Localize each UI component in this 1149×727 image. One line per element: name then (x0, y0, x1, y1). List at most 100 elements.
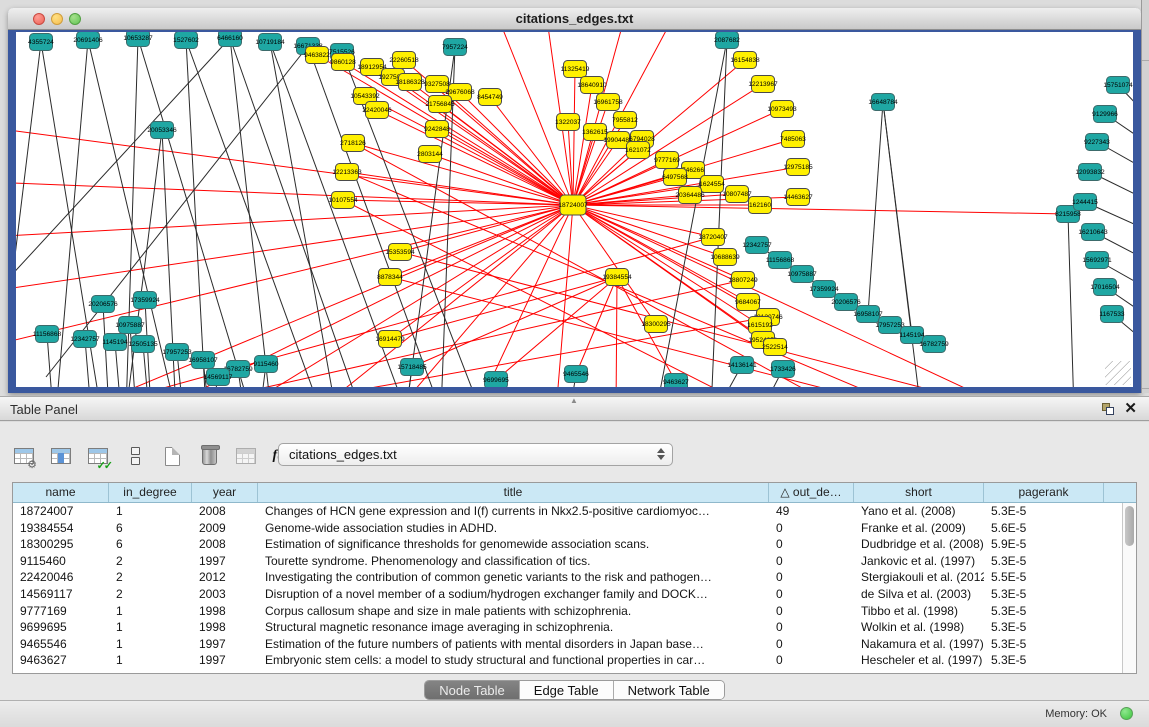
graph-edge[interactable] (353, 143, 573, 205)
window-titlebar[interactable]: citations_edges.txt (8, 8, 1141, 30)
table-row[interactable]: 1830029562008Estimation of significance … (13, 536, 1122, 553)
graph-node[interactable]: 9242848 (424, 121, 450, 138)
graph-node[interactable]: 9777169 (654, 152, 680, 169)
graph-node[interactable]: 1624554 (699, 176, 725, 193)
show-columns-button[interactable] (47, 442, 75, 470)
graph-edge[interactable] (16, 205, 573, 292)
table-mode-button[interactable] (121, 442, 149, 470)
graph-node[interactable]: 11156868 (33, 326, 62, 343)
column-header-pagerank[interactable]: pagerank (984, 483, 1104, 502)
graph-node[interactable]: 16961758 (593, 94, 623, 111)
graph-edge[interactable] (400, 205, 573, 252)
graph-node[interactable]: 19384554 (602, 269, 632, 286)
graph-edge[interactable] (400, 252, 1016, 387)
graph-hub-node[interactable]: 18724007 (558, 195, 588, 215)
graph-node[interactable]: 20364486 (675, 187, 705, 204)
graph-node[interactable]: 10975887 (115, 317, 145, 334)
table-row[interactable]: 1456911722003Disruption of a novel membe… (13, 586, 1122, 603)
graph-node[interactable]: 1615192 (747, 317, 773, 334)
column-header-title[interactable]: title (258, 483, 769, 502)
graph-node[interactable]: 15692971 (1082, 252, 1112, 269)
graph-node[interactable]: 17016504 (1090, 279, 1120, 296)
graph-node[interactable]: 16648784 (868, 94, 898, 111)
graph-node[interactable]: 1527602 (173, 32, 199, 49)
new-column-button[interactable] (158, 442, 186, 470)
graph-edge[interactable] (430, 154, 573, 205)
graph-node[interactable]: 8878344 (377, 269, 403, 286)
graph-node[interactable]: 9129966 (1092, 106, 1118, 123)
graph-node[interactable]: 4355724 (28, 34, 54, 51)
graph-node[interactable]: 17359924 (130, 292, 160, 309)
graph-node[interactable]: 9463627 (663, 374, 689, 388)
network-canvas[interactable]: 1872400743557242069140610653287152760264… (16, 32, 1133, 387)
graph-edge[interactable] (616, 277, 617, 387)
graph-node[interactable]: 9115460 (253, 356, 279, 373)
graph-node[interactable]: 14463627 (783, 189, 813, 206)
graph-node[interactable]: 2803144 (417, 146, 443, 163)
graph-node[interactable]: 10975887 (787, 266, 817, 283)
vertical-scrollbar[interactable] (1122, 503, 1136, 673)
table-select-dropdown[interactable]: citations_edges.txt (278, 443, 673, 466)
graph-node[interactable]: 1145194 (102, 334, 128, 351)
graph-node[interactable]: 2522514 (762, 339, 788, 356)
graph-node[interactable]: 18300295 (641, 316, 671, 333)
graph-node[interactable]: 2087682 (714, 32, 740, 49)
resize-grip-icon[interactable] (1105, 361, 1131, 385)
graph-node[interactable]: 11156868 (766, 252, 795, 269)
graph-node[interactable]: 10653287 (123, 32, 153, 47)
graph-node[interactable]: 1244415 (1072, 194, 1098, 211)
graph-node[interactable]: 18807249 (728, 272, 758, 289)
graph-node[interactable]: 18186328 (395, 74, 425, 91)
table-row[interactable]: 969969511998Structural magnetic resonanc… (13, 619, 1122, 636)
graph-node[interactable]: 16914479 (375, 331, 405, 348)
graph-node[interactable]: 7957224 (442, 39, 468, 56)
graph-node[interactable]: 1167533 (1099, 306, 1125, 323)
graph-node[interactable]: 12975185 (783, 159, 813, 176)
tab-node-table[interactable]: Node Table (425, 681, 520, 699)
graph-node[interactable]: 16782759 (919, 336, 949, 353)
graph-edge[interactable] (573, 69, 575, 205)
graph-node[interactable]: 12505135 (128, 336, 158, 353)
graph-node[interactable]: 9699695 (483, 372, 509, 388)
splitter-handle[interactable]: ▲ (568, 398, 580, 404)
graph-node[interactable]: 12093832 (1075, 164, 1105, 181)
table-settings-button[interactable]: ⚙ (10, 442, 38, 470)
graph-node[interactable]: 8454749 (477, 89, 503, 106)
graph-edge[interactable] (138, 38, 251, 387)
select-rows-button[interactable]: ✓✓ (84, 442, 112, 470)
column-header-year[interactable]: year (192, 483, 258, 502)
graph-node[interactable]: 6466160 (217, 32, 243, 47)
table-row[interactable]: 946554611997Estimation of the future num… (13, 636, 1122, 653)
graph-node[interactable]: 10807487 (722, 186, 752, 203)
graph-edge[interactable] (230, 38, 361, 387)
graph-node[interactable]: 7955812 (612, 112, 638, 129)
graph-edge[interactable] (270, 42, 336, 387)
graph-node[interactable]: 1322037 (555, 114, 581, 131)
table-row[interactable]: 2242004622012Investigating the contribut… (13, 569, 1122, 586)
graph-node[interactable]: 9465546 (563, 366, 589, 383)
graph-edge[interactable] (390, 205, 573, 339)
table-row[interactable]: 946362711997Embryonic stem cells: a mode… (13, 652, 1122, 669)
graph-edge[interactable] (883, 102, 921, 387)
column-header-in_degree[interactable]: in_degree (109, 483, 192, 502)
graph-node[interactable]: 10688639 (710, 249, 740, 266)
graph-edge[interactable] (186, 40, 206, 387)
table-row[interactable]: 911546021997Tourette syndrome. Phenomeno… (13, 553, 1122, 570)
graph-node[interactable]: 16210643 (1078, 224, 1108, 241)
graph-node[interactable]: 15718485 (397, 359, 427, 376)
graph-node[interactable]: 18640910 (577, 77, 607, 94)
graph-node[interactable]: 17359924 (809, 281, 839, 298)
graph-edge[interactable] (573, 205, 1068, 214)
graph-edge[interactable] (156, 205, 573, 387)
table-row[interactable]: 1938455462009Genome-wide association stu… (13, 520, 1122, 537)
graph-node[interactable]: 162160 (749, 197, 772, 214)
graph-node[interactable]: 11325419 (561, 61, 590, 78)
graph-node[interactable]: 20053346 (147, 122, 177, 139)
graph-node[interactable]: 12342757 (742, 237, 772, 254)
graph-node[interactable]: 15751074 (1103, 77, 1133, 94)
graph-edge[interactable] (568, 122, 573, 205)
graph-edge[interactable] (576, 277, 617, 374)
graph-node[interactable]: 15353594 (385, 244, 415, 261)
graph-node[interactable]: 14569117 (204, 369, 233, 386)
graph-node[interactable]: 21756845 (425, 96, 455, 113)
